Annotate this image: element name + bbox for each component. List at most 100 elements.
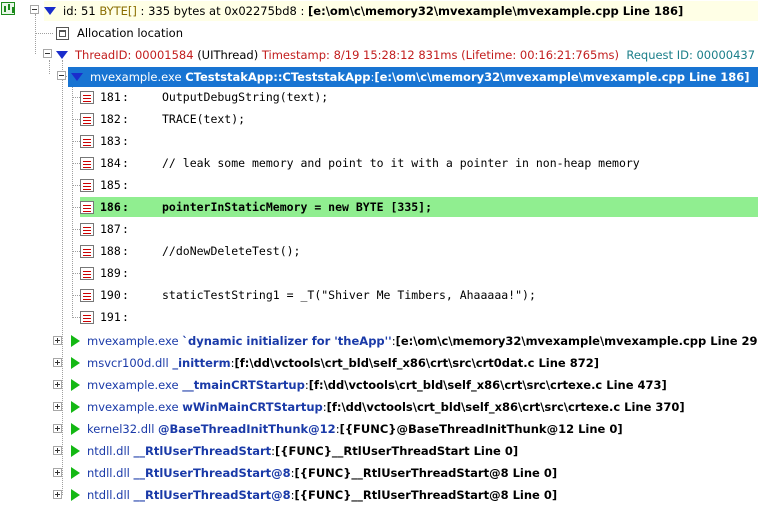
thread-id: ThreadID: 00001584 <box>75 48 194 62</box>
tree-guide-line <box>62 80 63 495</box>
source-line-row[interactable]: 182: TRACE(text); <box>80 109 245 129</box>
expand-toggle[interactable] <box>53 468 62 477</box>
line-number: 183 <box>100 134 121 148</box>
expand-toggle[interactable] <box>53 402 62 411</box>
expanded-arrow-icon <box>71 73 83 81</box>
frame-function: CTeststakApp::CTeststakApp <box>185 70 371 84</box>
source-line-row[interactable]: 187: <box>80 219 162 239</box>
frame-arrow-icon <box>71 401 80 413</box>
collapse-toggle[interactable] <box>57 71 66 80</box>
tree-guide-line <box>72 141 80 142</box>
tree-guide-line <box>72 229 80 230</box>
expanded-arrow-icon <box>56 51 68 59</box>
source-line-row[interactable]: 189: <box>80 263 162 283</box>
line-number: 185 <box>100 178 121 192</box>
source-line-icon <box>80 90 94 104</box>
stack-frame-row[interactable]: mvexample.exe `dynamic initializer for '… <box>71 331 758 351</box>
line-code: pointerInStaticMemory = new BYTE [335]; <box>162 200 433 214</box>
allocation-type: BYTE[] <box>99 4 137 18</box>
frame-function: __RtlUserThreadStart@8 <box>133 466 291 480</box>
frame-function: `dynamic initializer for 'theApp'' <box>182 334 392 348</box>
stack-frame-row[interactable]: mvexample.exe wWinMainCRTStartup : [f:\d… <box>71 397 685 417</box>
tree-guide-line <box>35 14 36 54</box>
line-colon: : <box>122 134 129 148</box>
expand-toggle[interactable] <box>53 336 62 345</box>
expand-toggle[interactable] <box>53 446 62 455</box>
frame-dll: msvcr100d.dll <box>87 356 169 370</box>
callstack-tree[interactable]: id: 51 BYTE[] : 335 bytes at 0x02275bd8 … <box>0 0 758 505</box>
line-number: 182 <box>100 112 121 126</box>
source-line-row[interactable]: 186: pointerInStaticMemory = new BYTE [33… <box>80 197 758 217</box>
tree-guide-line <box>72 295 80 296</box>
line-number: 187 <box>100 222 121 236</box>
allocation-row[interactable]: id: 51 BYTE[] : 335 bytes at 0x02275bd8 … <box>44 1 758 21</box>
source-line-icon <box>80 310 94 324</box>
frame-dll: ntdll.dll <box>87 444 130 458</box>
stack-frame-row[interactable]: ntdll.dll __RtlUserThreadStart@8 : [{FUN… <box>71 485 557 505</box>
source-line-row[interactable]: 185: <box>80 175 162 195</box>
frame-location: [{FUNC}__RtlUserThreadStart@8 Line 0] <box>294 466 558 480</box>
stack-frame-row[interactable]: ntdll.dll __RtlUserThreadStart@8 : [{FUN… <box>71 463 557 483</box>
source-line-row[interactable]: 183: <box>80 131 162 151</box>
selected-frame-row[interactable]: mvexample.exe CTeststakApp::CTeststakApp… <box>68 67 758 87</box>
line-colon: : <box>122 266 129 280</box>
allocation-location-row[interactable]: Allocation location <box>56 23 183 43</box>
source-line-row[interactable]: 190: staticTestString1 = _T("Shiver Me Ti… <box>80 285 536 305</box>
stack-frame-row[interactable]: kernel32.dll @BaseThreadInitThunk@12 : [… <box>71 419 623 439</box>
stack-frame-row[interactable]: msvcr100d.dll _initterm : [f:\dd\vctools… <box>71 353 599 373</box>
expand-toggle[interactable] <box>53 490 62 499</box>
frame-dll: ntdll.dll <box>87 466 130 480</box>
frame-dll: mvexample.exe <box>87 400 179 414</box>
source-line-row[interactable]: 181: OutputDebugString(text); <box>80 87 328 107</box>
allocation-kind-icon <box>1 2 15 15</box>
source-line-row[interactable]: 191: <box>80 307 162 327</box>
thread-timestamp: Timestamp: 8/19 15:28:12 831ms (Lifetime… <box>261 48 620 62</box>
frame-location: [f:\dd\vctools\crt_bld\self_x86\crt\src\… <box>234 356 599 370</box>
line-colon: : <box>122 90 129 104</box>
stack-frame-row[interactable]: mvexample.exe __tmainCRTStartup : [f:\dd… <box>71 375 667 395</box>
source-line-icon <box>80 112 94 126</box>
source-line-icon <box>80 156 94 170</box>
frame-arrow-icon <box>71 357 80 369</box>
frame-dll: mvexample.exe <box>90 70 182 84</box>
frame-function: wWinMainCRTStartup <box>182 400 323 414</box>
expand-toggle[interactable] <box>53 358 62 367</box>
expand-toggle[interactable] <box>53 424 62 433</box>
allocation-location: [e:\om\c\memory32\mvexample\mvexample.cp… <box>308 4 684 18</box>
tree-guide-line <box>72 119 80 120</box>
tree-guide-line <box>35 33 53 34</box>
frame-arrow-icon <box>71 489 80 501</box>
source-line-row[interactable]: 184: // leak some memory and point to it … <box>80 153 640 173</box>
source-line-icon <box>80 134 94 148</box>
frame-location: [e:\om\c\memory32\mvexample\mvexample.cp… <box>395 334 758 348</box>
allocation-id: id: 51 <box>63 4 96 18</box>
frame-function: __RtlUserThreadStart@8 <box>133 488 291 502</box>
collapse-toggle[interactable] <box>30 5 39 14</box>
frame-dll: ntdll.dll <box>87 488 130 502</box>
line-code: staticTestString1 = _T("Shiver Me Timber… <box>162 288 536 302</box>
source-line-icon <box>80 266 94 280</box>
source-line-row[interactable]: 188: //doNewDeleteTest(); <box>80 241 300 261</box>
stack-frame-row[interactable]: ntdll.dll __RtlUserThreadStart : [{FUNC}… <box>71 441 518 461</box>
line-colon: : <box>122 222 129 236</box>
frame-location: [f:\dd\vctools\crt_bld\self_x86\crt\src\… <box>326 400 685 414</box>
source-line-icon <box>80 178 94 192</box>
line-colon: : <box>122 200 129 214</box>
line-colon: : <box>122 112 129 126</box>
line-number: 184 <box>100 156 121 170</box>
request-id: Request ID: 00000437 <box>626 48 756 62</box>
tree-guide-line <box>72 163 80 164</box>
collapse-toggle[interactable] <box>43 49 52 58</box>
line-colon: : <box>122 310 129 324</box>
tree-guide-line <box>72 82 73 318</box>
source-line-icon <box>80 200 94 214</box>
tree-guide-line <box>72 317 80 318</box>
frame-arrow-icon <box>71 445 80 457</box>
thread-row[interactable]: ThreadID: 00001584 (UIThread) Timestamp:… <box>56 45 755 65</box>
line-number: 190 <box>100 288 121 302</box>
frame-location: [{FUNC}__RtlUserThreadStart Line 0] <box>275 444 519 458</box>
line-colon: : <box>122 178 129 192</box>
expand-toggle[interactable] <box>53 380 62 389</box>
frame-function: __tmainCRTStartup <box>182 378 305 392</box>
line-colon: : <box>122 244 129 258</box>
